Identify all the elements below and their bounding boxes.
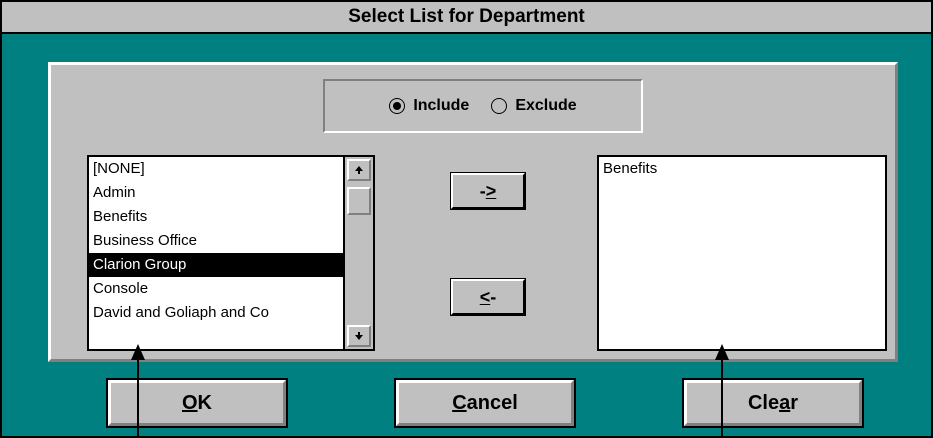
list-item[interactable]: Console bbox=[89, 277, 343, 301]
exclude-radio[interactable]: Exclude bbox=[491, 97, 577, 115]
radio-unchecked-icon bbox=[491, 98, 508, 114]
list-item[interactable]: Benefits bbox=[599, 157, 885, 181]
filter-mode-group: Include Exclude bbox=[323, 79, 643, 133]
cancel-button[interactable]: Cancel bbox=[394, 378, 576, 428]
scroll-up-button[interactable] bbox=[347, 159, 371, 181]
dialog-window: Select List for Department Include Exclu… bbox=[0, 0, 933, 438]
list-item[interactable]: Benefits bbox=[89, 205, 343, 229]
available-items: [NONE] Admin Benefits Business Office Cl… bbox=[89, 157, 343, 325]
radio-checked-icon bbox=[389, 98, 406, 114]
scroll-down-button[interactable] bbox=[347, 325, 371, 347]
annotation-arrow-right bbox=[721, 358, 723, 438]
remove-button-label: <- bbox=[479, 286, 497, 307]
ok-button[interactable]: OK bbox=[106, 378, 288, 428]
annotation-arrow-left bbox=[137, 358, 139, 438]
add-button-label: -> bbox=[479, 180, 497, 201]
scroll-thumb[interactable] bbox=[347, 187, 371, 215]
exclude-label: Exclude bbox=[515, 97, 577, 114]
list-item[interactable]: [NONE] bbox=[89, 157, 343, 181]
include-label: Include bbox=[413, 97, 470, 114]
available-listbox[interactable]: [NONE] Admin Benefits Business Office Cl… bbox=[87, 155, 375, 351]
list-item-selected[interactable]: Clarion Group bbox=[89, 253, 343, 277]
list-item[interactable]: Admin bbox=[89, 181, 343, 205]
remove-item-button[interactable]: <- bbox=[450, 278, 526, 316]
include-radio[interactable]: Include bbox=[389, 97, 469, 115]
selection-panel: Include Exclude [NONE] Admin Benefits Bu… bbox=[48, 62, 898, 362]
arrow-up-icon bbox=[355, 166, 363, 174]
selected-listbox[interactable]: Benefits bbox=[597, 155, 887, 351]
list-item[interactable]: Business Office bbox=[89, 229, 343, 253]
dialog-title: Select List for Department bbox=[2, 2, 931, 34]
clear-button[interactable]: Cle a r bbox=[682, 378, 864, 428]
vertical-scrollbar[interactable] bbox=[343, 157, 373, 349]
arrow-down-icon bbox=[355, 332, 363, 340]
list-item[interactable]: David and Goliaph and Co bbox=[89, 301, 343, 325]
add-item-button[interactable]: -> bbox=[450, 172, 526, 210]
